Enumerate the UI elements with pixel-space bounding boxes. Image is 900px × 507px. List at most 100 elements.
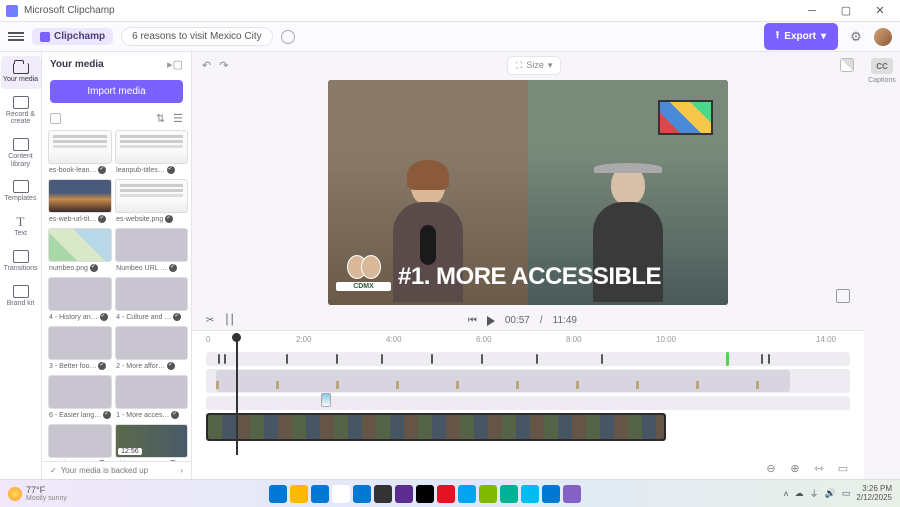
taskbar-app-icon[interactable] — [458, 485, 476, 503]
trim-button[interactable]: ⎮⎮ — [224, 315, 234, 326]
rail-templates[interactable]: Templates — [1, 175, 41, 208]
right-rail: CC Captions — [864, 52, 900, 479]
taskbar-app-icon[interactable] — [500, 485, 518, 503]
redo-button[interactable]: ↷ — [219, 59, 228, 72]
stage-area: ↶ ↷ ⛶ Size ▾ — [192, 52, 864, 479]
rail-text[interactable]: Text — [1, 210, 41, 243]
video-preview[interactable]: CDMX #1. MORE ACCESSIBLE — [328, 80, 728, 305]
rail-record[interactable]: Record & create — [1, 91, 41, 131]
taskbar-app-icon[interactable] — [521, 485, 539, 503]
taskbar-app-icon[interactable] — [311, 485, 329, 503]
taskbar-app-icon[interactable] — [290, 485, 308, 503]
fit-button[interactable]: ⇿ — [812, 461, 826, 475]
track-video[interactable] — [206, 413, 666, 441]
cloud-icon[interactable]: ☁ — [795, 488, 804, 499]
zoom-in-button[interactable]: ⊕ — [788, 461, 802, 475]
track-markers[interactable] — [206, 352, 850, 366]
export-button[interactable]: ⭱ Export ▾ — [764, 23, 838, 50]
filter-icon[interactable]: ⇅ — [156, 112, 165, 125]
taskbar-app-icon[interactable] — [374, 485, 392, 503]
volume-icon[interactable]: 🔊 — [825, 488, 836, 499]
select-all-checkbox[interactable] — [50, 113, 61, 124]
system-tray[interactable]: ˄ ☁ ⏚ 🔊 ▭ 3:26 PM 2/12/2025 — [783, 485, 892, 503]
media-clip[interactable]: 4 - History an… — [48, 277, 112, 323]
weather-widget[interactable]: 77°F Mostly sunny — [8, 485, 67, 502]
maximize-button[interactable]: ▢ — [832, 1, 860, 21]
timeline-ruler[interactable]: 02:004:006:008:0010:0014:00 — [206, 335, 850, 349]
taskbar-app-icon[interactable] — [332, 485, 350, 503]
taskbar-app-icon[interactable] — [395, 485, 413, 503]
rail-transitions[interactable]: Transitions — [1, 245, 41, 278]
media-heading: Your media — [50, 59, 104, 70]
menu-button[interactable] — [8, 32, 24, 41]
color-picker-button[interactable] — [840, 58, 854, 72]
media-clip[interactable]: 5 - Nicer peo… — [48, 424, 112, 461]
media-clip[interactable]: 3 - Better foo… — [48, 326, 112, 372]
zoom-out-button[interactable]: ⊖ — [764, 461, 778, 475]
wall-art-icon — [658, 100, 713, 135]
media-clip[interactable]: es-book-lean… — [48, 130, 112, 176]
rail-label: Text — [14, 230, 27, 238]
user-avatar[interactable] — [874, 28, 892, 46]
media-clip[interactable]: 1 - More acces… — [115, 375, 188, 421]
tray-chevron-icon[interactable]: ˄ — [783, 489, 788, 499]
expand-tracks-button[interactable]: ▭ — [836, 461, 850, 475]
weather-temp: 77°F — [26, 485, 67, 495]
taskbar-app-icon[interactable] — [353, 485, 371, 503]
playhead[interactable] — [236, 333, 238, 455]
rail-brand-kit[interactable]: Brand kit — [1, 280, 41, 313]
prev-frame-button[interactable]: ⏮ — [468, 315, 477, 326]
close-button[interactable]: ✕ — [866, 1, 894, 21]
taskbar-app-icon[interactable] — [563, 485, 581, 503]
app-logo-icon — [6, 5, 18, 17]
media-clip[interactable]: leanpub-titles… — [115, 130, 188, 176]
taskbar-app-icon[interactable] — [542, 485, 560, 503]
taskbar-app-icon[interactable] — [437, 485, 455, 503]
sync-icon[interactable] — [281, 30, 295, 44]
minimize-button[interactable]: ─ — [798, 1, 826, 21]
timeline[interactable]: 02:004:006:008:0010:0014:00 — [192, 330, 864, 479]
rail-label: Content library — [3, 153, 39, 168]
time-total: 11:49 — [553, 315, 577, 326]
collapse-icon[interactable]: ▸▢ — [167, 58, 183, 71]
time-current: 00:57 — [505, 315, 530, 326]
media-clip[interactable]: 4 - Culture and … — [115, 277, 188, 323]
battery-icon[interactable]: ▭ — [842, 488, 851, 499]
folder-icon — [13, 63, 29, 74]
import-media-button[interactable]: Import media — [50, 80, 183, 103]
sort-icon[interactable]: ☰ — [173, 112, 183, 125]
cdmx-badge: CDMX — [336, 255, 391, 291]
audio-clip[interactable] — [216, 370, 790, 392]
taskbar-app-icon[interactable] — [269, 485, 287, 503]
rail-label: Your media — [3, 76, 38, 84]
brand-chip[interactable]: Clipchamp — [32, 28, 113, 45]
captions-button[interactable]: CC — [871, 58, 893, 74]
split-button[interactable]: ✂ — [206, 315, 214, 326]
undo-button[interactable]: ↶ — [202, 59, 211, 72]
size-selector[interactable]: ⛶ Size ▾ — [507, 56, 561, 75]
wifi-icon[interactable]: ⏚ — [810, 487, 819, 500]
media-clip[interactable]: 2 - More affor… — [115, 326, 188, 372]
project-title-input[interactable]: 6 reasons to visit Mexico City — [121, 27, 273, 46]
rail-content-library[interactable]: Content library — [1, 133, 41, 173]
play-button[interactable] — [487, 316, 495, 326]
taskbar-app-icon[interactable] — [416, 485, 434, 503]
media-clip[interactable]: es-web-url-tit… — [48, 179, 112, 225]
crop-icon: ⛶ — [516, 60, 522, 71]
overlay-clip[interactable] — [321, 393, 331, 407]
media-clip[interactable]: Numbeo URL … — [115, 228, 188, 274]
track-overlay[interactable] — [206, 396, 850, 410]
track-audio[interactable] — [206, 369, 850, 393]
chevron-right-icon[interactable]: › — [180, 466, 183, 475]
fullscreen-button[interactable] — [836, 289, 850, 303]
top-toolbar: Clipchamp 6 reasons to visit Mexico City… — [0, 22, 900, 52]
media-clip[interactable]: es-website.png — [115, 179, 188, 225]
rail-your-media[interactable]: Your media — [1, 56, 41, 89]
media-clip[interactable]: 12:56video1589229… — [115, 424, 188, 461]
taskbar-clock[interactable]: 3:26 PM 2/12/2025 — [856, 485, 892, 503]
rail-label: Transitions — [4, 265, 38, 273]
settings-button[interactable]: ⚙ — [846, 27, 866, 47]
media-clip[interactable]: 6 - Easier lang… — [48, 375, 112, 421]
taskbar-app-icon[interactable] — [479, 485, 497, 503]
media-clip[interactable]: numbeo.png — [48, 228, 112, 274]
